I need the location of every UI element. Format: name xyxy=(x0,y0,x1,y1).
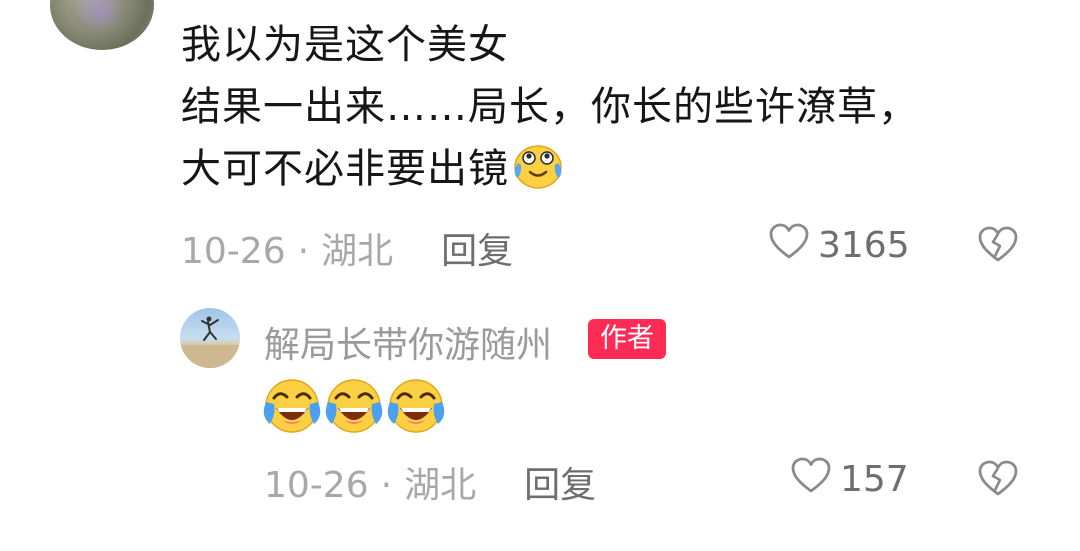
laugh-cry-emoji-icon xyxy=(324,376,384,440)
laugh-cry-emoji-icon xyxy=(386,376,446,440)
broken-heart-icon[interactable] xyxy=(976,458,1020,502)
meta-separator: · xyxy=(380,465,393,506)
comment-line-1: 我以为是这个美女 xyxy=(181,22,509,68)
comment-location: 湖北 xyxy=(321,231,394,272)
reply-body xyxy=(262,376,446,440)
meta-separator: · xyxy=(297,231,310,272)
reply-button[interactable]: 回复 xyxy=(524,465,596,506)
comment-thread: 我以为是这个美女 结果一出来……局长，你长的些许潦草， 大可不必非要出镜 10-… xyxy=(0,0,1080,551)
tearful-smile-emoji-icon xyxy=(511,141,565,191)
reply-like-button[interactable]: 157 xyxy=(790,456,909,503)
reply-location: 湖北 xyxy=(404,465,477,506)
author-badge: 作者 xyxy=(588,319,666,359)
reply-like-count: 157 xyxy=(840,459,909,500)
laugh-cry-emoji-icon xyxy=(262,376,322,440)
comment-date: 10-26 xyxy=(181,231,286,272)
like-count: 3165 xyxy=(818,225,910,266)
comment-meta: 10-26 · 湖北 回复 xyxy=(181,222,513,274)
comment-body: 我以为是这个美女 结果一出来……局长，你长的些许潦草， 大可不必非要出镜 xyxy=(181,14,919,200)
comment-line-3-text: 大可不必非要出镜 xyxy=(181,146,509,192)
commenter-avatar[interactable] xyxy=(50,0,154,50)
comment-line-2: 结果一出来……局长，你长的些许潦草， xyxy=(181,84,919,130)
reply-button[interactable]: 回复 xyxy=(441,231,513,272)
heart-icon xyxy=(768,222,818,269)
author-avatar[interactable] xyxy=(180,308,240,368)
heart-icon xyxy=(790,456,840,503)
comment-line-3: 大可不必非要出镜 xyxy=(181,138,919,200)
author-name[interactable]: 解局长带你游随州 xyxy=(264,316,552,368)
reply-date: 10-26 xyxy=(264,465,369,506)
reply-meta: 10-26 · 湖北 回复 xyxy=(264,456,596,508)
like-button[interactable]: 3165 xyxy=(768,222,910,269)
broken-heart-icon[interactable] xyxy=(976,224,1020,268)
